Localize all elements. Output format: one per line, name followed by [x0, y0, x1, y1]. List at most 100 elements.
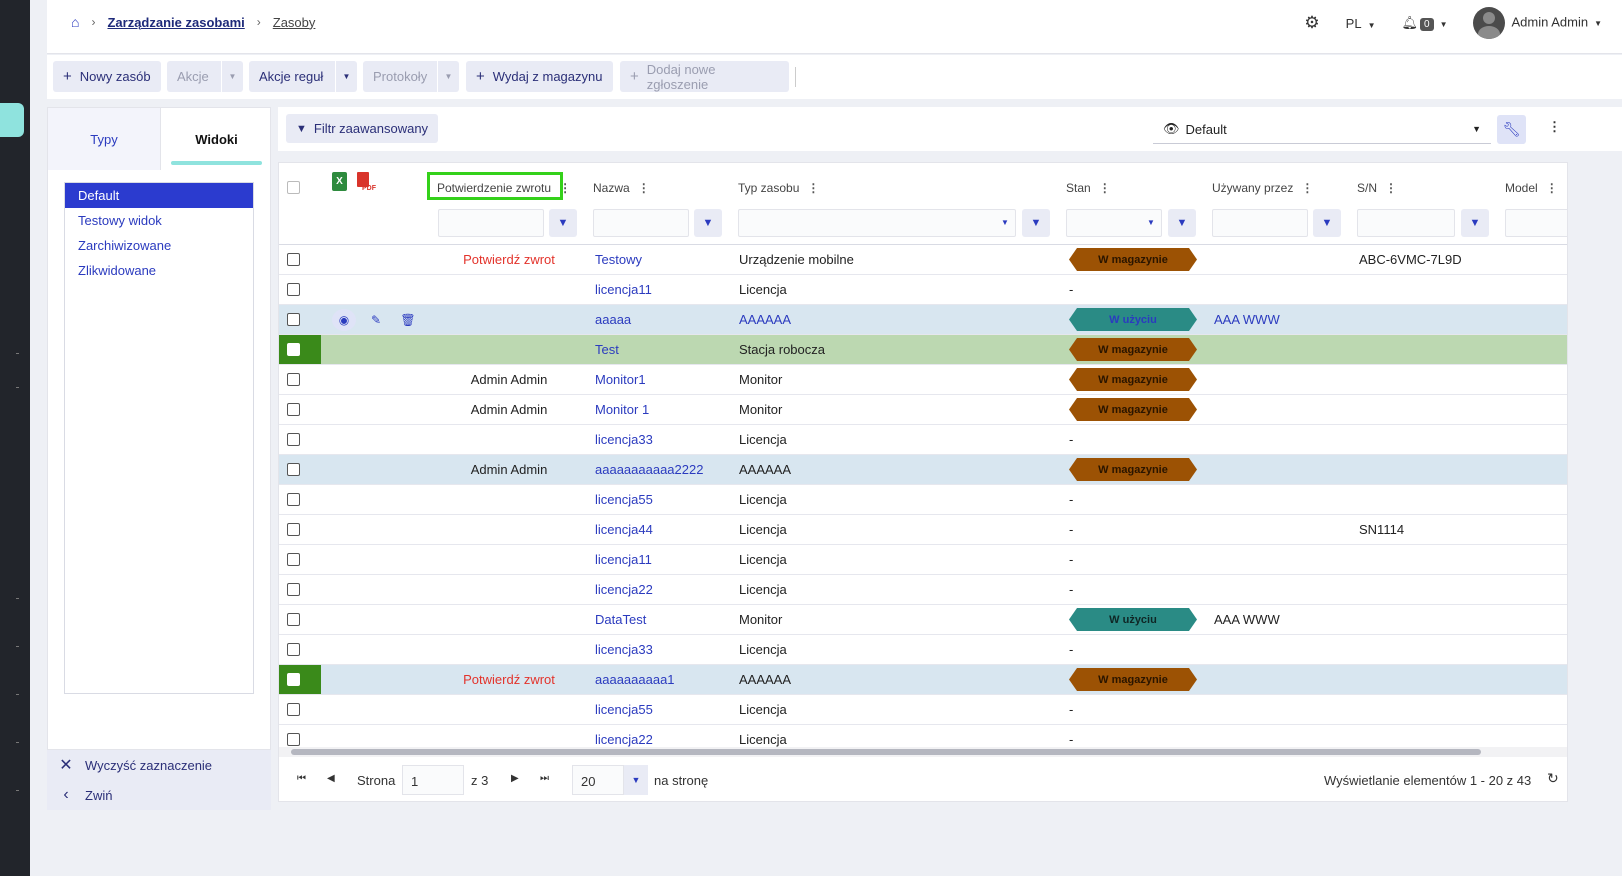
- table-row[interactable]: Potwierdź zwrot Testowy Urządzenie mobil…: [279, 245, 1567, 275]
- more-vertical-icon[interactable]: ⋮: [807, 181, 819, 195]
- table-row[interactable]: licencja22 Licencja -: [279, 575, 1567, 605]
- next-page-icon[interactable]: ▶: [511, 773, 519, 784]
- caret-down-icon[interactable]: ▼: [437, 61, 459, 92]
- collapse-button[interactable]: ‹ Zwiń: [47, 780, 271, 810]
- select-all-checkbox[interactable]: [287, 181, 300, 194]
- asset-name-link[interactable]: licencja33: [595, 642, 653, 657]
- asset-name-link[interactable]: Testowy: [595, 252, 642, 267]
- view-item-test[interactable]: Testowy widok: [65, 208, 253, 233]
- table-row[interactable]: Admin Admin aaaaaaaaaaa2222 AAAAAA W mag…: [279, 455, 1567, 485]
- row-checkbox[interactable]: [287, 553, 300, 566]
- tab-types[interactable]: Typy: [48, 108, 160, 170]
- advanced-filter-button[interactable]: ▼ Filtr zaawansowany: [286, 114, 439, 143]
- table-row[interactable]: DataTest Monitor W użyciu AAA WWW: [279, 605, 1567, 635]
- filter-icon[interactable]: ▼: [1022, 209, 1050, 237]
- asset-name-link[interactable]: Test: [595, 342, 619, 357]
- row-checkbox[interactable]: [287, 523, 300, 536]
- new-asset-button[interactable]: + Nowy zasób: [53, 61, 161, 92]
- table-row[interactable]: Potwierdź zwrot aaaaaaaaaa1 AAAAAA W mag…: [279, 665, 1567, 695]
- breadcrumb-assets[interactable]: Zasoby: [273, 15, 316, 30]
- filter-icon[interactable]: ▼: [694, 209, 722, 237]
- column-header-status[interactable]: Stan ⋮: [1066, 181, 1111, 195]
- caret-down-icon[interactable]: ▼: [221, 61, 243, 92]
- row-checkbox[interactable]: [287, 733, 300, 746]
- rail-active-item[interactable]: [0, 103, 24, 137]
- asset-name-link[interactable]: licencja11: [595, 282, 652, 297]
- asset-name-link[interactable]: licencja55: [595, 702, 653, 717]
- table-row[interactable]: ◉ ✎ 🗑︎ aaaaa AAAAAA W użyciu AAA WWW: [279, 305, 1567, 335]
- eye-icon[interactable]: ◉: [332, 309, 356, 331]
- notifications[interactable]: 🔔︎ 0 ▼: [1401, 15, 1447, 31]
- table-row[interactable]: Admin Admin Monitor 1 Monitor W magazyni…: [279, 395, 1567, 425]
- table-row[interactable]: licencja11 Licencja -: [279, 545, 1567, 575]
- asset-name-link[interactable]: aaaaaaaaaa1: [595, 672, 675, 687]
- row-checkbox[interactable]: [287, 343, 300, 356]
- asset-name-link[interactable]: licencja33: [595, 432, 653, 447]
- column-header-model[interactable]: Model ⋮: [1505, 181, 1558, 195]
- actions-button[interactable]: Akcje ▼: [167, 61, 243, 92]
- table-row[interactable]: licencja33 Licencja -: [279, 425, 1567, 455]
- clear-selection-button[interactable]: ✕ Wyczyść zaznaczenie: [47, 750, 271, 780]
- view-item-default[interactable]: Default: [65, 183, 253, 208]
- filter-input-used-by[interactable]: [1212, 209, 1308, 237]
- filter-input-name[interactable]: [593, 209, 689, 237]
- filter-icon[interactable]: ▼: [1313, 209, 1341, 237]
- last-page-icon[interactable]: ⏭: [540, 773, 549, 784]
- row-checkbox[interactable]: [287, 433, 300, 446]
- table-row[interactable]: licencja55 Licencja -: [279, 485, 1567, 515]
- more-vertical-icon[interactable]: ⋮: [1548, 119, 1561, 135]
- prev-page-icon[interactable]: ◀: [327, 773, 335, 784]
- row-checkbox[interactable]: [287, 463, 300, 476]
- caret-down-icon[interactable]: ▼: [335, 61, 357, 92]
- row-checkbox[interactable]: [287, 313, 300, 326]
- confirm-return-link[interactable]: Potwierdź zwrot: [429, 252, 589, 267]
- table-row[interactable]: Test Stacja robocza W magazynie: [279, 335, 1567, 365]
- caret-down-icon[interactable]: ▼: [1001, 218, 1009, 227]
- view-item-archived[interactable]: Zarchiwizowane: [65, 233, 253, 258]
- more-vertical-icon[interactable]: ⋮: [559, 181, 571, 195]
- more-vertical-icon[interactable]: ⋮: [1546, 181, 1558, 195]
- table-row[interactable]: Admin Admin Monitor1 Monitor W magazynie: [279, 365, 1567, 395]
- asset-name-link[interactable]: Monitor1: [595, 372, 646, 387]
- row-checkbox[interactable]: [287, 673, 300, 686]
- column-header-name[interactable]: Nazwa ⋮: [593, 181, 650, 195]
- more-vertical-icon[interactable]: ⋮: [1385, 181, 1397, 195]
- asset-name-link[interactable]: licencja22: [595, 732, 653, 747]
- row-checkbox[interactable]: [287, 283, 300, 296]
- row-checkbox[interactable]: [287, 643, 300, 656]
- row-checkbox[interactable]: [287, 373, 300, 386]
- asset-name-link[interactable]: aaaaaaaaaaa2222: [595, 462, 703, 477]
- caret-down-icon[interactable]: ▼: [1147, 218, 1155, 227]
- table-row[interactable]: licencja55 Licencja -: [279, 695, 1567, 725]
- asset-name-link[interactable]: Monitor 1: [595, 402, 649, 417]
- filter-input-return-confirmation[interactable]: [438, 209, 544, 237]
- column-header-sn[interactable]: S/N ⋮: [1357, 181, 1397, 195]
- column-header-used-by[interactable]: Używany przez ⋮: [1212, 181, 1313, 195]
- row-checkbox[interactable]: [287, 493, 300, 506]
- row-checkbox[interactable]: [287, 253, 300, 266]
- protocols-button[interactable]: Protokoły ▼: [363, 61, 459, 92]
- asset-name-link[interactable]: licencja11: [595, 552, 652, 567]
- row-checkbox[interactable]: [287, 403, 300, 416]
- breadcrumb-asset-management[interactable]: Zarządzanie zasobami: [107, 15, 244, 30]
- page-size-select[interactable]: 20: [572, 765, 624, 795]
- more-vertical-icon[interactable]: ⋮: [638, 181, 650, 195]
- wrench-icon[interactable]: 🔧︎: [1497, 115, 1526, 144]
- filter-icon[interactable]: ▼: [1168, 209, 1196, 237]
- asset-name-link[interactable]: licencja55: [595, 492, 653, 507]
- page-input[interactable]: 1: [402, 765, 464, 795]
- excel-export-icon[interactable]: X: [332, 172, 347, 191]
- view-item-decommissioned[interactable]: Zlikwidowane: [65, 258, 253, 283]
- confirm-return-link[interactable]: Potwierdź zwrot: [429, 672, 589, 687]
- row-checkbox[interactable]: [287, 703, 300, 716]
- asset-name-link[interactable]: licencja22: [595, 582, 653, 597]
- caret-down-icon[interactable]: ▼: [624, 765, 648, 795]
- asset-name-link[interactable]: licencja44: [595, 522, 653, 537]
- first-page-icon[interactable]: ⏮: [297, 773, 306, 784]
- filter-icon[interactable]: ▼: [1461, 209, 1489, 237]
- filter-input-model[interactable]: [1505, 209, 1567, 237]
- language-select[interactable]: PL ▼: [1346, 16, 1376, 31]
- refresh-icon[interactable]: ↻: [1547, 770, 1559, 787]
- more-vertical-icon[interactable]: ⋮: [1099, 181, 1111, 195]
- pdf-export-icon[interactable]: PDF: [357, 172, 376, 193]
